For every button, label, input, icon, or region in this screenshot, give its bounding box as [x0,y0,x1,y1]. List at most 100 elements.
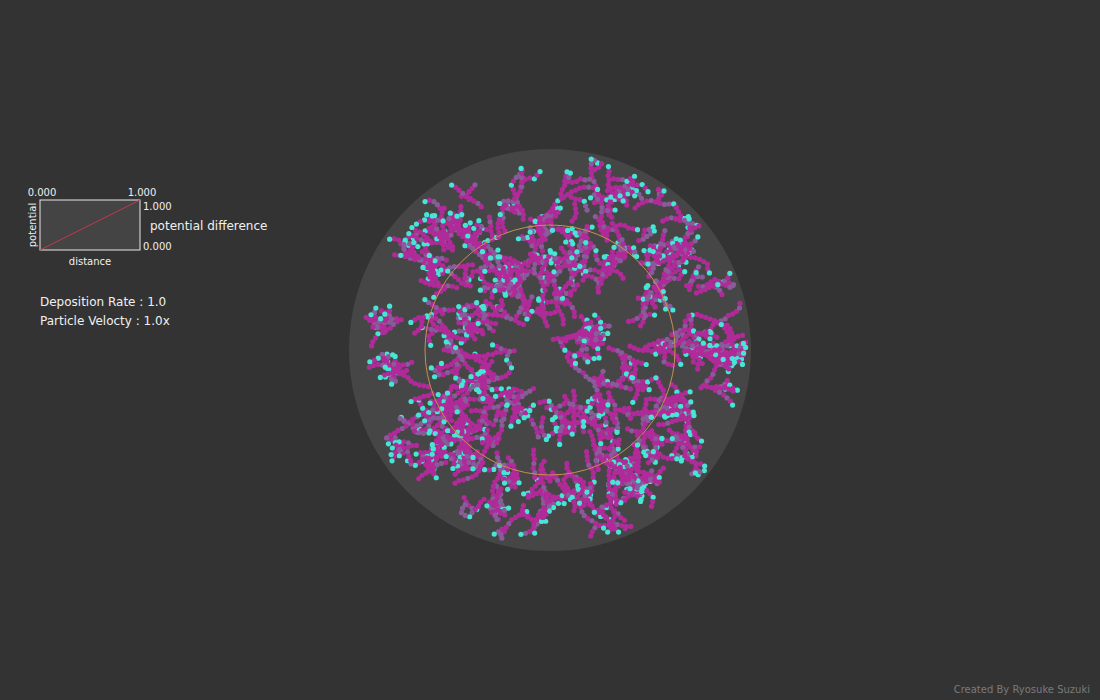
particle [587,502,592,507]
particle [646,252,651,257]
particle [682,269,687,274]
disc [349,149,751,551]
particle [607,487,612,492]
particle [588,166,593,171]
particle [462,243,467,248]
particle [465,234,470,239]
particle [431,199,436,204]
particle [597,446,602,451]
particle [656,187,661,192]
particle [636,455,641,460]
particle [591,379,596,384]
particle [458,204,463,209]
particle [573,197,578,202]
particle [585,458,590,463]
particle [636,459,641,464]
particle [616,446,621,451]
particle [602,445,607,450]
particle [612,465,617,470]
particle [607,430,612,435]
particle [714,335,719,340]
particle [645,256,650,261]
particle [606,482,611,487]
particle [484,439,489,444]
simulation-canvas[interactable] [348,148,752,552]
particle [387,237,392,242]
particle [595,351,600,356]
particle [497,431,502,436]
particle [653,375,658,380]
particle [508,256,513,261]
y-axis-label: potential [27,203,38,247]
particle [448,232,453,237]
particle [639,361,644,366]
particle [508,424,513,429]
particle [605,331,610,336]
particle [678,218,683,223]
particle [540,415,545,420]
particle [688,255,693,260]
particle [611,347,616,352]
particle [688,282,693,287]
particle [644,362,649,367]
particle [380,330,385,335]
particle [632,193,637,198]
y-tick: 1.000 [143,201,172,212]
particle [533,218,538,223]
particle [591,442,596,447]
particle [561,227,566,232]
particle [630,226,635,231]
chart-title: potential difference [150,219,267,233]
particle [612,207,617,212]
particle [700,274,705,279]
particle [636,464,641,469]
particle [687,287,692,292]
particle [537,220,542,225]
particle [500,302,505,307]
particle [540,481,545,486]
particle [594,388,599,393]
particle [364,315,369,320]
particle [423,462,428,467]
stat-line: Particle Velocty : 1.0x [40,312,348,331]
particle [426,334,431,339]
particle [647,387,652,392]
particle [593,337,598,342]
particle [428,343,433,348]
particle [516,419,521,424]
particle [491,467,496,472]
particle [421,383,426,388]
x-axis-label: distance [69,256,111,267]
particle [584,454,589,459]
particle [415,244,420,249]
particle [635,387,640,392]
particle [565,228,570,233]
particle [380,325,385,330]
particle [448,211,453,216]
particle [593,253,598,258]
particle [696,264,701,269]
particle [629,375,634,380]
particle [592,312,597,317]
particle [422,199,427,204]
particle [497,201,502,206]
particle [414,451,419,456]
particle [662,202,667,207]
particle [512,399,517,404]
particle [470,269,475,274]
particle [594,458,599,463]
particle [635,227,640,232]
particle [479,275,484,280]
particle [444,364,449,369]
particle [539,424,544,429]
particle [634,383,639,388]
particle [591,470,596,475]
particle [487,467,492,472]
particle [540,248,545,253]
particle [499,423,504,428]
particle [579,314,584,319]
particle [635,486,640,491]
particle [630,375,635,380]
particle [591,442,596,447]
particle [547,478,552,483]
